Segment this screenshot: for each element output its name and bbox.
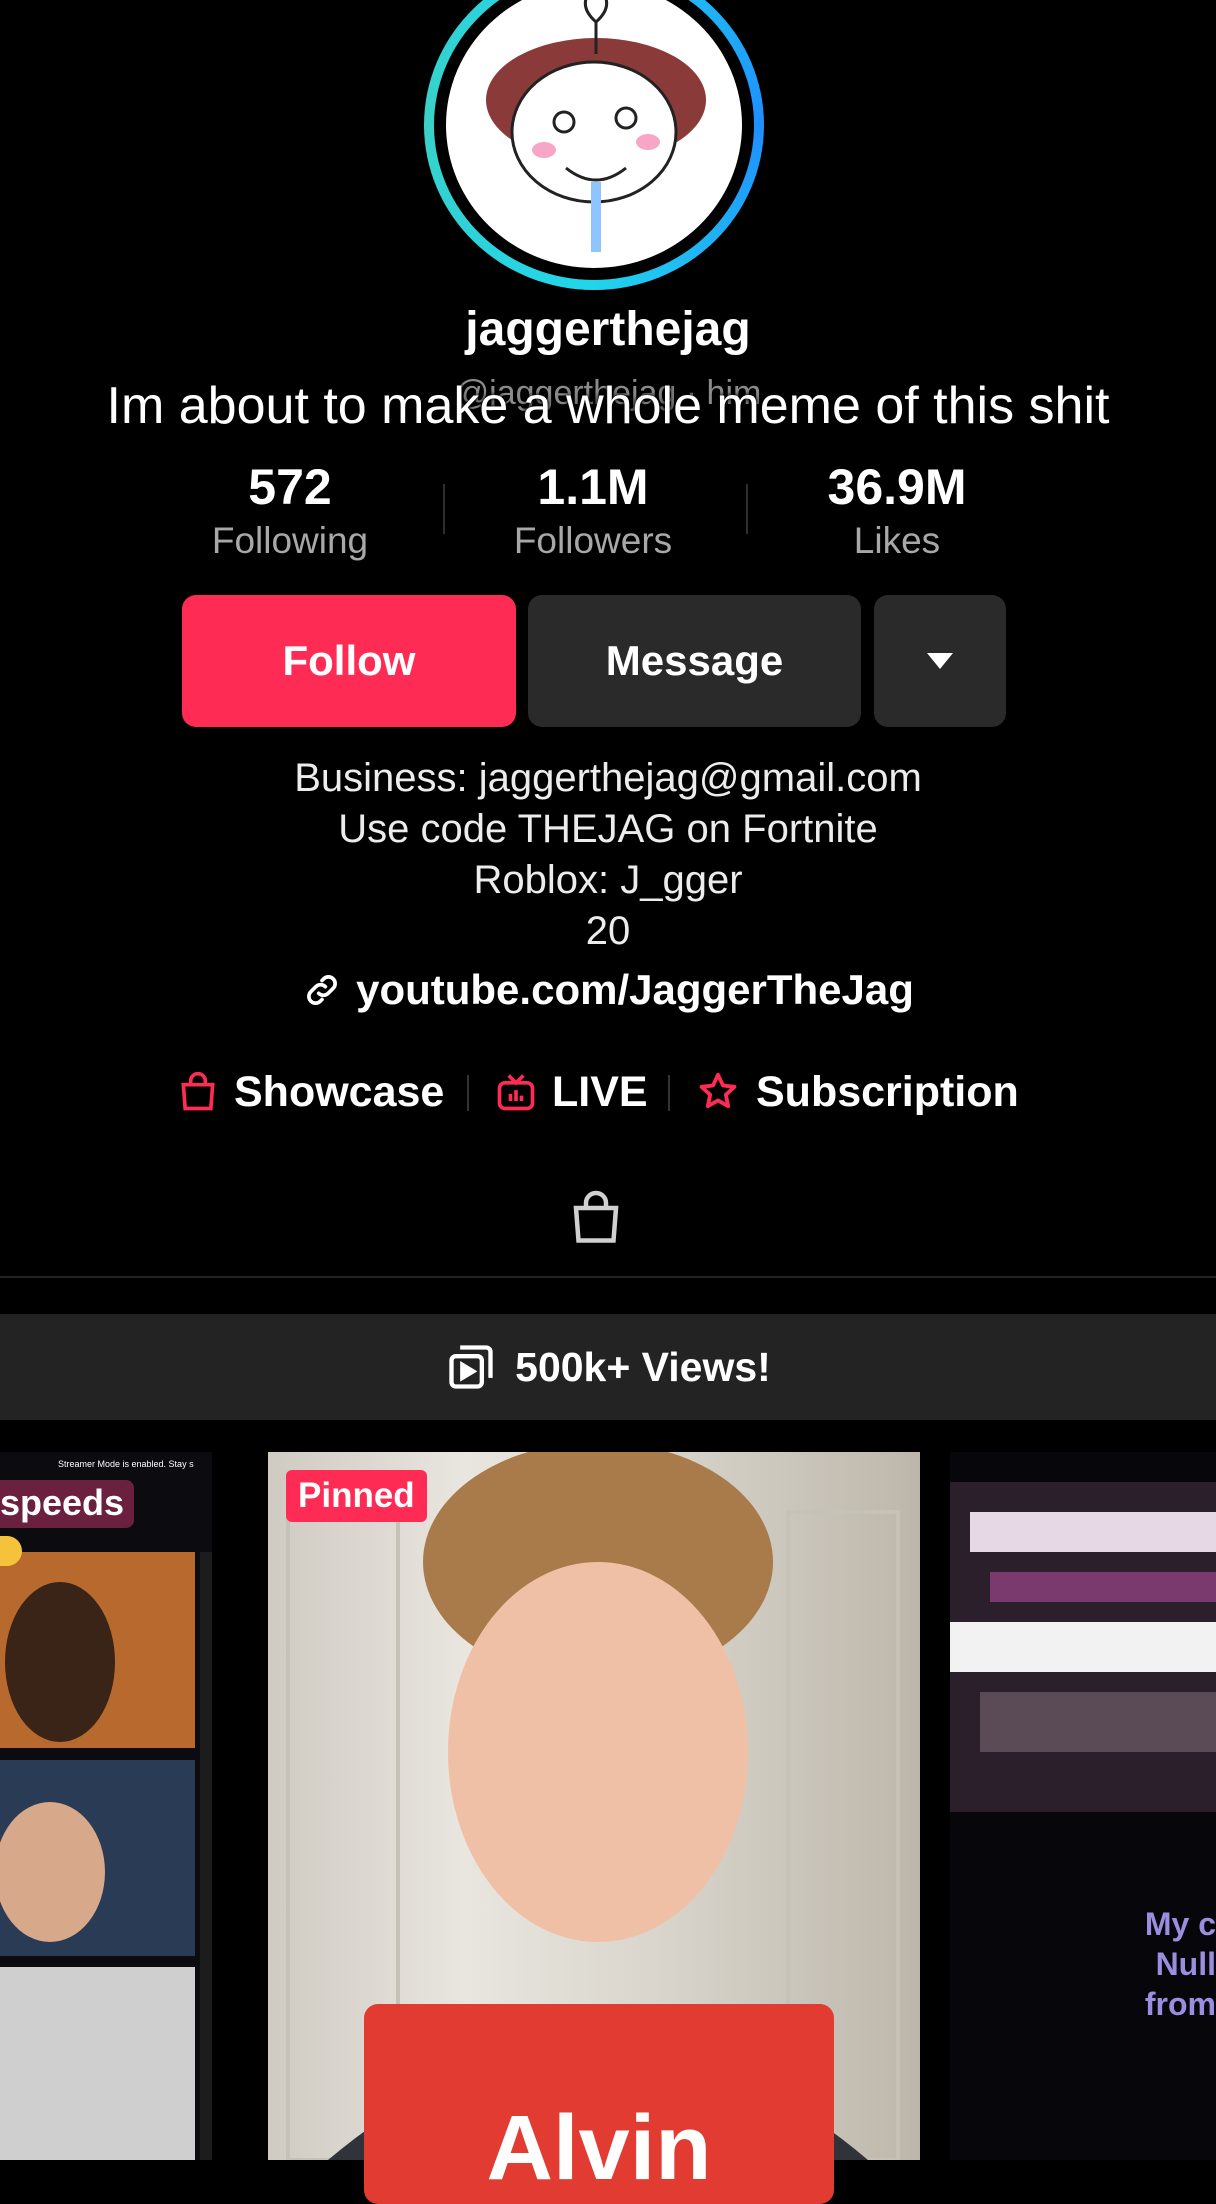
stat-label: Likes [853, 520, 941, 561]
live-button[interactable]: LIVE [494, 1066, 648, 1118]
caret-down-icon [927, 653, 953, 669]
caption-overlay: Im about to make a whole meme of this sh… [106, 377, 1110, 435]
avatar[interactable] [424, 0, 764, 290]
avatar-ring [434, 0, 754, 280]
video-right-text-line: from [1144, 1986, 1216, 2022]
stat-divider [746, 484, 748, 534]
stat-likes[interactable]: 36.9M Likes [772, 458, 1022, 562]
subscription-label: Subscription [756, 1067, 1019, 1116]
profile-username: jaggerthejag [465, 303, 751, 356]
video-overlay-text: speeds [0, 1480, 135, 1528]
pinned-badge: Pinned [286, 1470, 427, 1522]
message-button[interactable]: Message [528, 595, 861, 727]
subscription-star-icon [699, 1072, 737, 1109]
streamer-banner: Streamer Mode is enabled. Stay s [58, 1459, 194, 1469]
shop-bag-icon [573, 1190, 619, 1243]
stat-value: 36.9M [827, 459, 967, 515]
video-tile-left[interactable] [0, 1452, 212, 2160]
stat-value: 1.1M [537, 459, 649, 515]
more-options-button[interactable] [874, 595, 1006, 727]
live-label: LIVE [552, 1067, 648, 1116]
feature-divider [467, 1075, 469, 1111]
playlist-label: 500k+ Views! [515, 1343, 771, 1390]
stat-following[interactable]: 572 Following [165, 458, 415, 562]
avatar-drawing [446, 0, 742, 268]
stat-label: Following [211, 520, 369, 561]
tab-divider [0, 1276, 1216, 1278]
feature-divider [668, 1075, 670, 1111]
playlist-bar[interactable]: 500k+ Views! [0, 1314, 1216, 1420]
bio-line-business: Business: jaggerthejag@gmail.com [294, 756, 922, 800]
bio-line-roblox: Roblox: J_gger [473, 858, 743, 902]
stat-value: 572 [248, 459, 332, 515]
video-right-text-line: My c [1144, 1906, 1216, 1942]
video-thumbnail-right [950, 1482, 1216, 1812]
live-tv-icon [497, 1074, 535, 1111]
video-tile-right[interactable] [950, 1452, 1216, 2160]
showcase-label: Showcase [234, 1067, 445, 1116]
video-right-text-line: Null [1155, 1946, 1216, 1982]
follow-button[interactable]: Follow [182, 595, 516, 727]
video-sign-text: Alvin [486, 2097, 712, 2199]
bio-line-code: Use code THEJAG on Fortnite [338, 807, 878, 851]
bio-line-age: 20 [585, 909, 631, 953]
playlist-icon [449, 1345, 493, 1389]
showcase-button[interactable]: Showcase [176, 1066, 444, 1118]
stat-divider [443, 484, 445, 534]
bio-link[interactable]: youtube.com/JaggerTheJag [0, 966, 1216, 1014]
link-icon [307, 975, 337, 1005]
stat-followers[interactable]: 1.1M Followers [468, 458, 718, 562]
stat-label: Followers [513, 520, 673, 561]
subscription-button[interactable]: Subscription [694, 1066, 1019, 1118]
bio-link-text: youtube.com/JaggerTheJag [356, 966, 914, 1013]
shopping-bag-icon [181, 1071, 215, 1111]
video-thumbnail-left [0, 1552, 212, 2160]
shop-tab[interactable] [566, 1186, 626, 1255]
